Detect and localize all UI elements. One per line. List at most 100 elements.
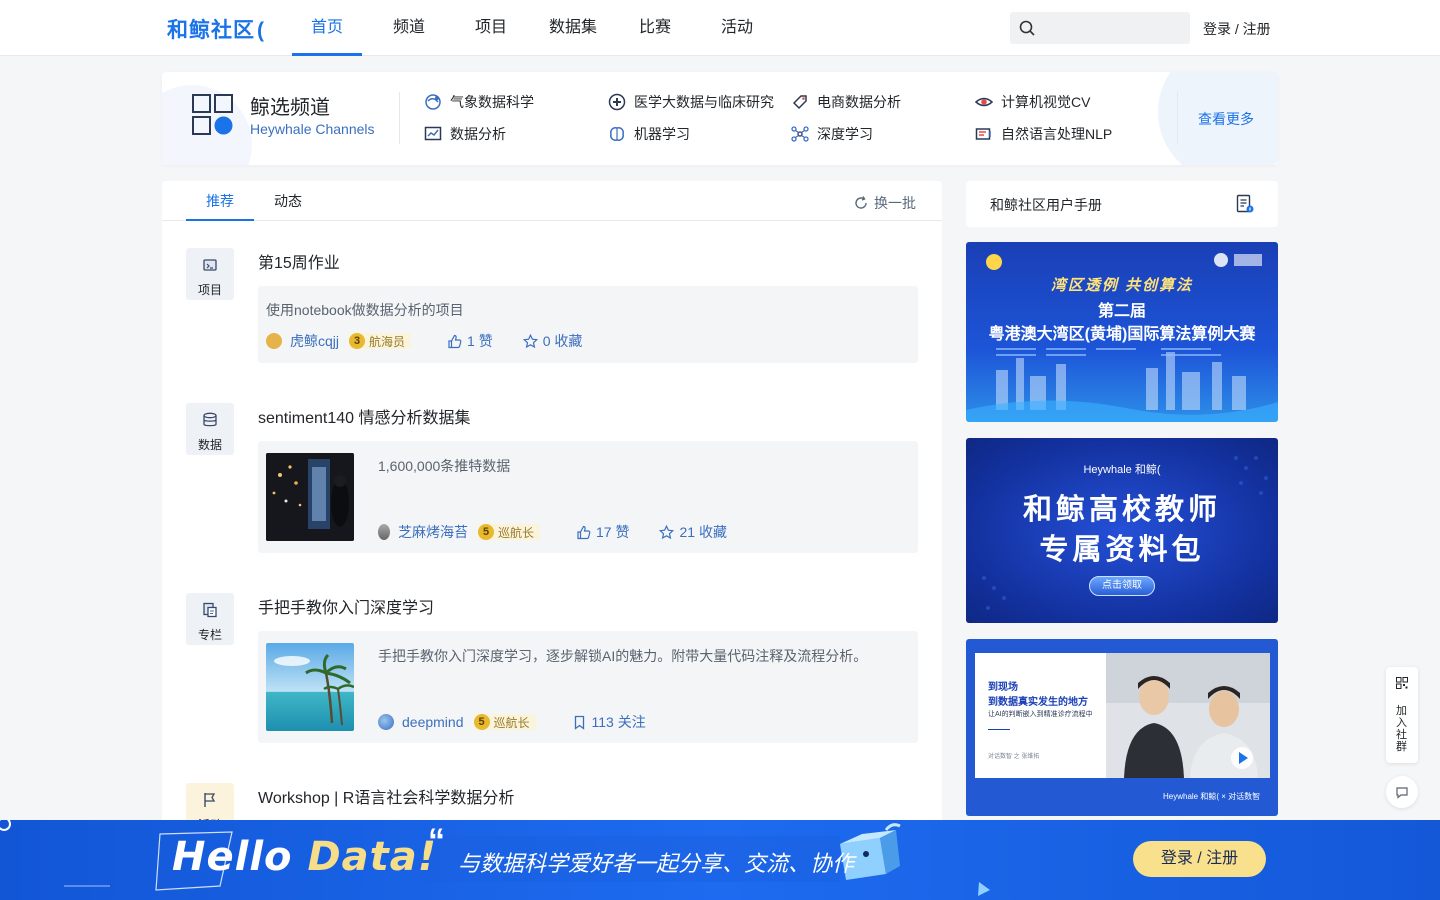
follow-count: 113 关注	[591, 714, 646, 730]
top-navigation-bar: 和鲸社区( 首页 频道 项目 数据集 比赛 活动 登录 / 注册	[0, 0, 1440, 56]
claim-button[interactable]: 点击领取	[1089, 576, 1155, 596]
user-handbook-link[interactable]: 和鲸社区用户手册	[966, 181, 1278, 227]
like-count: 17 赞	[596, 524, 630, 540]
search-input[interactable]	[1044, 12, 1184, 44]
join-group-widget[interactable]: 加入社群	[1386, 667, 1418, 763]
author-name[interactable]: deepmind	[402, 714, 464, 730]
channels-title: 鲸选频道	[250, 97, 330, 119]
hello-data-slogan: Hello Data!	[172, 834, 437, 880]
refresh-label: 换一批	[874, 195, 916, 211]
eye-icon	[975, 97, 993, 107]
avatar[interactable]	[266, 333, 282, 349]
level-badge: 5 巡航长	[473, 714, 536, 730]
search-icon[interactable]	[1018, 19, 1036, 37]
item-title[interactable]: Workshop | R语言社会科学数据分析	[258, 784, 514, 808]
banner-line: 让AI的判断嵌入到精准诊疗流程中	[988, 711, 1093, 718]
like-count: 1 赞	[467, 333, 493, 349]
thumbs-up-icon	[448, 334, 462, 348]
nav-datasets[interactable]: 数据集	[526, 0, 620, 56]
channel-meteorology[interactable]: 气象数据科学	[424, 92, 534, 112]
teacher-resources-banner[interactable]: Heywhale 和鲸( 和鲸高校教师 专属资料包 点击领取	[966, 438, 1278, 623]
brain-icon	[610, 127, 624, 141]
handbook-label: 和鲸社区用户手册	[990, 197, 1102, 213]
item-title[interactable]: 手把手教你入门深度学习	[258, 594, 434, 618]
favorite-button[interactable]: 0 收藏	[522, 331, 582, 351]
banner-line: 到现场	[988, 682, 1018, 693]
item-meta: 芝麻烤海苔 5 巡航长 17 赞 21 收藏	[378, 522, 727, 542]
nav-home[interactable]: 首页	[292, 0, 362, 56]
feedback-button[interactable]	[1386, 776, 1418, 808]
star-icon	[522, 333, 538, 348]
column-icon	[203, 602, 217, 618]
qr-code-icon	[1396, 677, 1408, 689]
nav-channels[interactable]: 频道	[362, 0, 456, 56]
weather-globe-icon	[425, 94, 441, 110]
dataset-thumbnail	[266, 453, 354, 541]
banner-headline: 湾区透例 共创算法	[1050, 277, 1194, 294]
favorite-button[interactable]: 21 收藏	[659, 522, 727, 542]
featured-channels-panel: 鲸选频道 Heywhale Channels 气象数据科学 医学大数据与临床研究…	[162, 72, 1278, 165]
level-number: 5	[473, 714, 490, 730]
author-name[interactable]: 芝麻烤海苔	[398, 522, 468, 542]
channel-nlp[interactable]: 自然语言处理NLP	[975, 124, 1112, 144]
level-title: 巡航长	[493, 715, 530, 730]
database-icon	[203, 412, 217, 427]
nav-competitions[interactable]: 比赛	[620, 0, 690, 56]
item-type-badge: 数据	[186, 403, 234, 455]
banner-subtitle: 专属资料包	[1039, 534, 1205, 566]
avatar[interactable]	[378, 524, 390, 540]
channel-deep-learning[interactable]: 深度学习	[791, 124, 873, 144]
bottom-login-button[interactable]: 登录 / 注册	[1133, 841, 1266, 877]
item-title[interactable]: sentiment140 情感分析数据集	[258, 404, 471, 428]
tab-recommended[interactable]: 推荐	[186, 181, 254, 221]
refresh-button[interactable]: 换一批	[854, 193, 916, 213]
follow-button[interactable]: 113 关注	[572, 712, 646, 732]
tab-activity[interactable]: 动态	[254, 181, 322, 221]
feed-panel: 推荐 动态 换一批 项目 第15周作业 使用notebook做数据分析的项目 虎…	[162, 181, 942, 900]
divider	[988, 729, 1010, 730]
item-type-label: 专栏	[197, 628, 222, 642]
item-card[interactable]: 使用notebook做数据分析的项目 虎鲸cqjj 3 航海员 1 赞 0 收藏	[258, 286, 918, 363]
channel-machine-learning[interactable]: 机器学习	[608, 124, 690, 144]
favorite-count: 21 收藏	[679, 524, 727, 540]
text-processing-icon	[975, 128, 991, 140]
thumbs-up-icon	[577, 525, 591, 539]
banner-caption: 对话数智 之 张维拓	[988, 754, 1040, 760]
view-more-link[interactable]: 查看更多	[1198, 109, 1254, 129]
item-type-label: 数据	[197, 438, 222, 452]
item-title[interactable]: 第15周作业	[258, 249, 340, 273]
channel-ecommerce[interactable]: 电商数据分析	[791, 92, 901, 112]
algorithm-competition-banner[interactable]: 湾区透例 共创算法 第二届 粤港澳大湾区(黄埔)国际算法算例大赛	[966, 242, 1278, 422]
project-icon	[203, 259, 217, 271]
channel-label: 气象数据科学	[450, 94, 534, 110]
channel-computer-vision[interactable]: 计算机视觉CV	[975, 92, 1090, 112]
avatar[interactable]	[378, 714, 394, 730]
thumbnail-image	[266, 643, 354, 731]
interview-video-banner[interactable]: 到现场 到数据真实发生的地方 让AI的判断嵌入到精准诊疗流程中 对话数智 之 张…	[966, 639, 1278, 816]
channel-label: 计算机视觉CV	[1001, 94, 1091, 110]
bottom-signup-banner: Hello Data! “ 与数据科学爱好者一起分享、交流、协作 登录 / 注册	[0, 820, 1440, 900]
banner-subheadline: 第二届	[1097, 303, 1146, 320]
logo-text: 和鲸社区	[167, 19, 255, 42]
item-description: 1,600,000条推特数据	[378, 458, 511, 474]
channel-medical[interactable]: 医学大数据与临床研究	[608, 92, 774, 112]
site-logo[interactable]: 和鲸社区(	[167, 14, 265, 44]
nav-events[interactable]: 活动	[690, 0, 784, 56]
level-number: 3	[349, 333, 366, 349]
nav-projects[interactable]: 项目	[456, 0, 526, 56]
channels-subtitle: Heywhale Channels	[250, 121, 375, 137]
item-card[interactable]: 手把手教你入门深度学习，逐步解锁AI的魅力。附带大量代码注释及流程分析。 dee…	[258, 631, 918, 743]
channel-label: 医学大数据与临床研究	[634, 94, 774, 110]
level-title: 巡航长	[498, 525, 535, 540]
quote-mark-icon: “	[428, 822, 445, 860]
channel-data-analysis[interactable]: 数据分析	[424, 124, 506, 144]
author-name[interactable]: 虎鲸cqjj	[290, 331, 339, 351]
like-button[interactable]: 17 赞	[576, 522, 629, 542]
item-card[interactable]: 1,600,000条推特数据 芝麻烤海苔 5 巡航长 17 赞 21 收藏	[258, 441, 918, 553]
channel-label: 深度学习	[817, 126, 873, 142]
column-thumbnail	[266, 643, 354, 731]
like-button[interactable]: 1 赞	[447, 331, 493, 351]
login-register-link[interactable]: 登录 / 注册	[1203, 19, 1271, 39]
item-type-label: 项目	[197, 283, 222, 297]
feedback-icon	[1396, 787, 1408, 799]
